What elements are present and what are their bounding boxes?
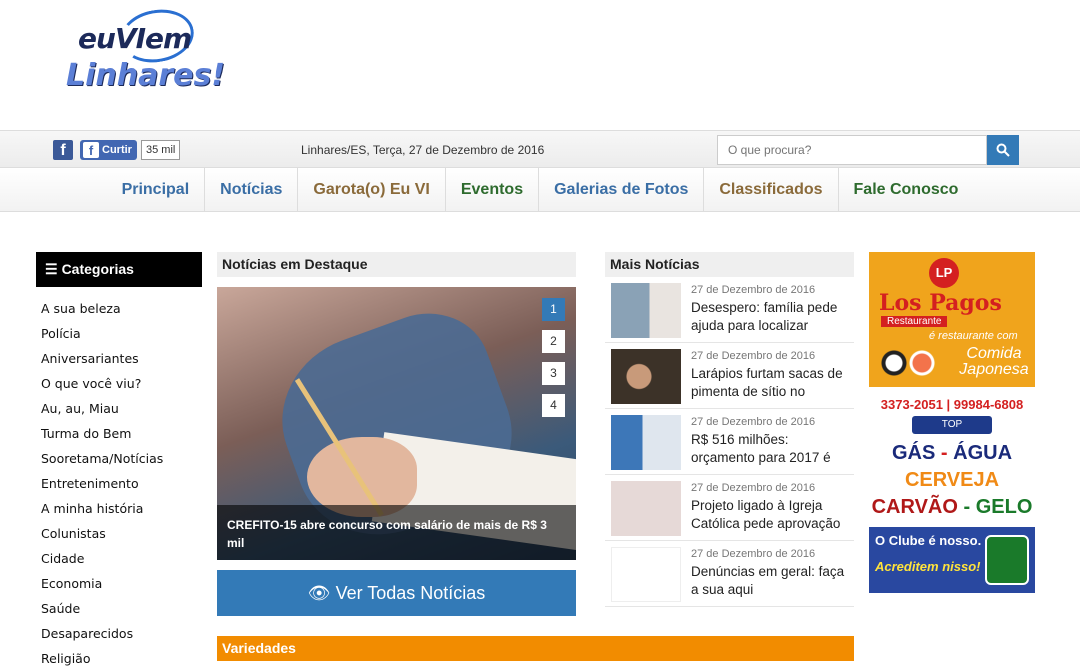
like-label: Curtir <box>102 144 132 156</box>
info-bar: f f Curtir 35 mil Linhares/ES, Terça, 27… <box>0 130 1080 168</box>
logo-line2: Linhares! <box>66 58 226 93</box>
category-item[interactable]: O que você viu? <box>36 371 202 396</box>
category-item[interactable]: Sooretama/Notícias <box>36 446 202 471</box>
header: euVIem Linhares! <box>0 0 1080 130</box>
nav-fale-conosco[interactable]: Fale Conosco <box>839 168 974 212</box>
ad-name: Los Pagos <box>879 290 1002 316</box>
category-item[interactable]: Cidade <box>36 546 202 571</box>
category-item[interactable]: Saúde <box>36 596 202 621</box>
news-date: 27 de Dezembro de 2016 <box>691 284 816 296</box>
ad-club-banner: O Clube é nosso. Acreditem nisso! <box>869 527 1035 593</box>
ad-cuisine: Comida Japonesa <box>959 345 1029 378</box>
nav-classificados[interactable]: Classificados <box>704 168 839 212</box>
categories-sidebar: ☰ Categorias A sua beleza Polícia Anivers… <box>36 252 202 671</box>
nav-noticias[interactable]: Notícias <box>205 168 299 212</box>
categories-header: ☰ Categorias <box>36 252 202 287</box>
ad-line-coal: CARVÃO - GELO <box>871 496 1033 518</box>
like-count: 35 mil <box>141 140 181 160</box>
news-item[interactable]: 27 de Dezembro de 2016 Desespero: família… <box>605 277 854 343</box>
category-item[interactable]: Polícia <box>36 321 202 346</box>
nav-galerias[interactable]: Galerias de Fotos <box>539 168 705 212</box>
search-button[interactable] <box>987 135 1019 165</box>
slide-page-3[interactable]: 3 <box>542 362 565 385</box>
news-title[interactable]: R$ 516 milhões: orçamento para 2017 é <box>691 431 854 467</box>
category-item[interactable]: Desaparecidos <box>36 621 202 646</box>
slide-caption[interactable]: CREFITO-15 abre concurso com salário de … <box>217 505 576 560</box>
slide-page-1[interactable]: 1 <box>542 298 565 321</box>
ad-phones: 3373-2051 | 99984-6808 <box>880 397 1024 412</box>
logo-line1: euVIem <box>78 22 192 55</box>
featured-slider[interactable]: 1 2 3 4 CREFITO-15 abre concurso com sal… <box>217 287 576 560</box>
facebook-f-icon: f <box>83 142 99 158</box>
category-item[interactable]: A minha história <box>36 496 202 521</box>
see-all-news-button[interactable]: 👁 Ver Todas Notícias <box>217 570 576 616</box>
category-item[interactable]: Aniversariantes <box>36 346 202 371</box>
category-item[interactable]: Religião <box>36 646 202 671</box>
news-date: 27 de Dezembro de 2016 <box>691 350 816 362</box>
ad-top-tag: TOP <box>912 416 992 434</box>
news-title[interactable]: Desespero: família pede ajuda para local… <box>691 299 854 335</box>
nav-eventos[interactable]: Eventos <box>446 168 540 212</box>
ad-restaurant: LP Los Pagos Restaurante é restaurante c… <box>869 252 1035 387</box>
main-nav: Principal Notícias Garota(o) Eu VI Event… <box>0 168 1080 212</box>
ad-club-line2: Acreditem nisso! <box>875 559 981 574</box>
variedades-section-title: Variedades <box>217 636 854 661</box>
category-item[interactable]: Entretenimento <box>36 471 202 496</box>
ad-line-beer: CERVEJA <box>904 469 1000 491</box>
more-news: Mais Notícias 27 de Dezembro de 2016 Dese… <box>605 252 854 607</box>
news-thumbnail[interactable] <box>611 349 681 404</box>
menu-icon: ☰ <box>45 261 58 277</box>
ad-club-line1: O Clube é nosso. <box>875 533 982 548</box>
category-item[interactable]: A sua beleza <box>36 296 202 321</box>
current-date: Linhares/ES, Terça, 27 de Dezembro de 20… <box>301 143 545 157</box>
slide-page-4[interactable]: 4 <box>542 394 565 417</box>
news-thumbnail[interactable] <box>611 283 681 338</box>
sushi-image <box>873 344 943 382</box>
news-date: 27 de Dezembro de 2016 <box>691 548 816 560</box>
news-date: 27 de Dezembro de 2016 <box>691 416 816 428</box>
category-item[interactable]: Economia <box>36 571 202 596</box>
ad-tagline: é restaurante com <box>929 330 1018 342</box>
category-item[interactable]: Turma do Bem <box>36 421 202 446</box>
ad-lp-logo: LP <box>929 258 959 288</box>
slide-pager: 1 2 3 4 <box>542 298 565 417</box>
news-item[interactable]: 27 de Dezembro de 2016 Projeto ligado à I… <box>605 475 854 541</box>
news-item[interactable]: 27 de Dezembro de 2016 Denúncias em geral… <box>605 541 854 607</box>
search-form <box>717 135 1019 165</box>
nav-principal[interactable]: Principal <box>107 168 206 212</box>
featured-news: Notícias em Destaque 1 2 3 4 CREFITO-15 … <box>217 252 576 616</box>
facebook-like-button[interactable]: f Curtir <box>80 140 137 160</box>
ad-sub: Restaurante <box>881 316 948 327</box>
advertisement[interactable]: LP Los Pagos Restaurante é restaurante c… <box>869 252 1035 608</box>
news-item[interactable]: 27 de Dezembro de 2016 R$ 516 milhões: or… <box>605 409 854 475</box>
slide-page-2[interactable]: 2 <box>542 330 565 353</box>
search-input[interactable] <box>717 135 987 165</box>
facebook-icon[interactable]: f <box>53 140 73 160</box>
search-icon <box>996 143 1010 157</box>
category-item[interactable]: Colunistas <box>36 521 202 546</box>
news-thumbnail[interactable] <box>611 547 681 602</box>
news-date: 27 de Dezembro de 2016 <box>691 482 816 494</box>
news-thumbnail[interactable] <box>611 415 681 470</box>
news-title[interactable]: Larápios furtam sacas de pimenta de síti… <box>691 365 854 401</box>
news-item[interactable]: 27 de Dezembro de 2016 Larápios furtam sa… <box>605 343 854 409</box>
nav-garota[interactable]: Garota(o) Eu VI <box>298 168 446 212</box>
eye-icon: 👁 <box>307 583 331 603</box>
news-title[interactable]: Denúncias em geral: faça a sua aqui <box>691 563 854 599</box>
site-logo[interactable]: euVIem Linhares! <box>62 3 262 100</box>
category-item[interactable]: Au, au, Miau <box>36 396 202 421</box>
categories-list: A sua beleza Polícia Aniversariantes O q… <box>36 296 202 671</box>
news-thumbnail[interactable] <box>611 481 681 536</box>
ad-line-gas: GÁS - ÁGUA <box>891 442 1013 464</box>
featured-title: Notícias em Destaque <box>217 252 576 277</box>
more-news-title: Mais Notícias <box>605 252 854 277</box>
city-seal-icon <box>985 535 1029 585</box>
news-title[interactable]: Projeto ligado à Igreja Católica pede ap… <box>691 497 854 533</box>
